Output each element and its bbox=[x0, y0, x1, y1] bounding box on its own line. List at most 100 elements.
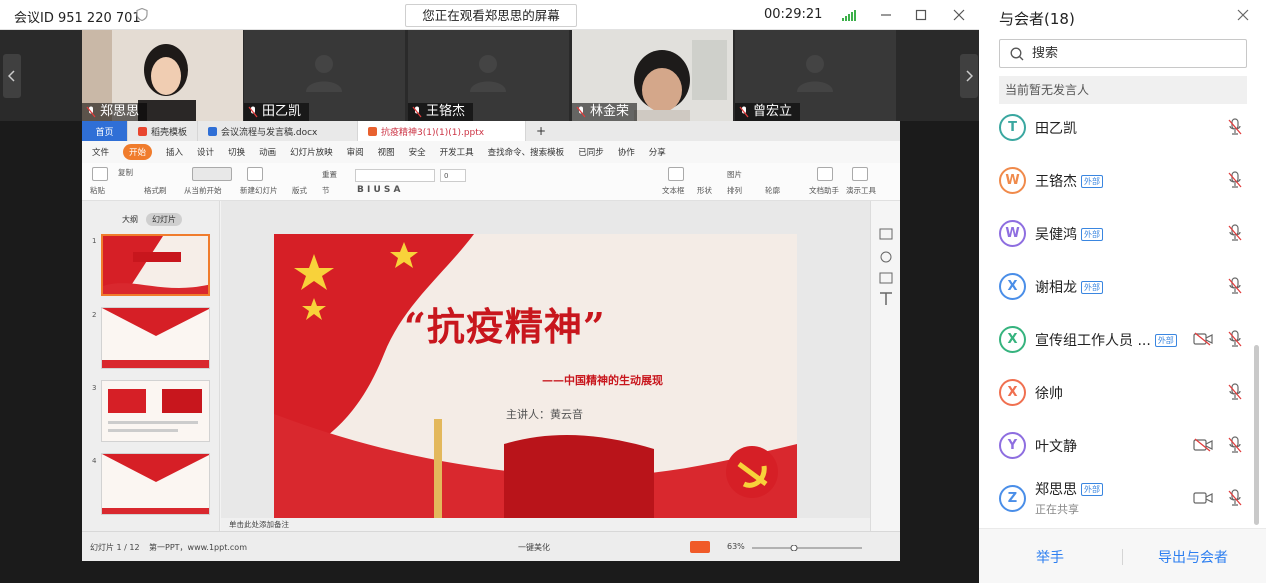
notes-bar[interactable]: 单击此处添加备注 bbox=[221, 518, 870, 531]
textbox-icon[interactable] bbox=[668, 167, 684, 181]
ribbon-outline[interactable]: 轮廓 bbox=[765, 185, 780, 196]
meeting-id[interactable]: 会议ID 951 220 701 bbox=[14, 7, 141, 26]
menu-design[interactable]: 设计 bbox=[197, 146, 214, 158]
raise-hand-button[interactable]: 举手 bbox=[1036, 547, 1064, 567]
ribbon-textbox[interactable]: 文本框 bbox=[662, 185, 685, 196]
video-tile[interactable]: 郑思思 bbox=[82, 30, 243, 121]
mic-muted-icon[interactable] bbox=[1227, 383, 1243, 401]
menu-review[interactable]: 审阅 bbox=[347, 146, 364, 158]
minimize-button[interactable] bbox=[875, 4, 897, 26]
presentation-tools-icon[interactable] bbox=[852, 167, 868, 181]
ribbon-copy[interactable]: 复制 bbox=[118, 167, 133, 178]
mic-muted-icon[interactable] bbox=[1227, 489, 1243, 507]
panel-close-button[interactable] bbox=[1237, 6, 1249, 25]
ribbon-picture[interactable]: 图片 bbox=[727, 169, 742, 180]
shield-icon[interactable] bbox=[136, 8, 148, 21]
maximize-button[interactable] bbox=[910, 4, 932, 26]
slide-thumbnail[interactable] bbox=[101, 307, 210, 369]
slide-subtitle[interactable]: ——中国精神的生动展现 bbox=[542, 372, 663, 388]
menu-search-command[interactable]: 查找命令、搜索模板 bbox=[488, 146, 565, 158]
zoom-slider[interactable] bbox=[752, 545, 862, 551]
menu-security[interactable]: 安全 bbox=[409, 146, 426, 158]
wps-new-tab-button[interactable]: + bbox=[526, 121, 556, 141]
menu-collaborate[interactable]: 协作 bbox=[618, 146, 635, 158]
camera-off-icon[interactable] bbox=[1193, 332, 1213, 346]
ribbon-new-slide[interactable]: 新建幻灯片 bbox=[240, 185, 278, 196]
format-bold-italic-underline[interactable]: B I U S A bbox=[357, 185, 401, 195]
menu-animation[interactable]: 动画 bbox=[259, 146, 276, 158]
ribbon-doc-assistant[interactable]: 文档助手 bbox=[809, 185, 839, 196]
participant-row[interactable]: X 谢相龙 外部 bbox=[979, 263, 1255, 316]
ribbon-from-current[interactable]: 从当前开始 bbox=[184, 185, 222, 196]
slide-canvas[interactable]: “抗疫精神” ——中国精神的生动展现 主讲人：黄云音 bbox=[221, 201, 870, 531]
tab-outline[interactable]: 大纲 bbox=[122, 214, 138, 225]
font-name-select[interactable] bbox=[355, 169, 435, 182]
paste-icon[interactable] bbox=[92, 167, 108, 181]
video-tile[interactable]: 田乙凯 bbox=[244, 30, 405, 121]
ribbon-shape[interactable]: 形状 bbox=[697, 185, 712, 196]
menu-share[interactable]: 分享 bbox=[649, 146, 666, 158]
slide-title[interactable]: “抗疫精神” bbox=[404, 296, 606, 351]
menu-synced[interactable]: 已同步 bbox=[578, 146, 604, 158]
mic-muted-icon[interactable] bbox=[1227, 277, 1243, 295]
menu-transition[interactable]: 切换 bbox=[228, 146, 245, 158]
video-tile[interactable]: 王铬杰 bbox=[408, 30, 569, 121]
menu-start[interactable]: 开始 bbox=[123, 144, 153, 160]
menu-view[interactable]: 视图 bbox=[378, 146, 395, 158]
menu-slideshow[interactable]: 幻灯片放映 bbox=[290, 146, 333, 158]
strip-next-button[interactable] bbox=[960, 54, 978, 98]
slide-presenter[interactable]: 主讲人：黄云音 bbox=[506, 406, 583, 422]
font-size-select[interactable]: 0 bbox=[440, 169, 466, 182]
camera-icon[interactable] bbox=[1193, 491, 1213, 505]
participant-row[interactable]: W 王铬杰 外部 bbox=[979, 157, 1255, 210]
play-slideshow-button[interactable] bbox=[690, 541, 710, 553]
export-participants-button[interactable]: 导出与会者 bbox=[1158, 547, 1228, 567]
ribbon-presentation-tools[interactable]: 演示工具 bbox=[846, 185, 876, 196]
menu-devtools[interactable]: 开发工具 bbox=[440, 146, 474, 158]
ribbon-paste[interactable]: 粘贴 bbox=[90, 185, 105, 196]
participant-list-scrollbar[interactable] bbox=[1254, 345, 1259, 525]
shared-screen[interactable]: 首页 稻壳模板 会议流程与发言稿.docx 抗疫精神3(1)(1)(1).ppt… bbox=[82, 121, 900, 561]
share-status-banner[interactable]: 您正在观看郑思思的屏幕 bbox=[405, 4, 577, 27]
from-current-icon[interactable] bbox=[192, 167, 232, 181]
ribbon-section[interactable]: 节 bbox=[322, 185, 330, 196]
slide-thumbnail[interactable] bbox=[101, 234, 210, 296]
participant-row[interactable]: T 田乙凯 bbox=[979, 104, 1255, 157]
participant-row[interactable]: Z 郑思思 外部 正在共享 bbox=[979, 475, 1255, 528]
close-button[interactable] bbox=[948, 4, 970, 26]
wps-tab-home[interactable]: 首页 bbox=[82, 121, 128, 141]
new-slide-icon[interactable] bbox=[247, 167, 263, 181]
wps-tab-docer[interactable]: 稻壳模板 bbox=[128, 121, 199, 141]
video-tile[interactable]: 林金荣 bbox=[572, 30, 733, 121]
mic-muted-icon[interactable] bbox=[1227, 171, 1243, 189]
doc-assistant-icon[interactable] bbox=[817, 167, 833, 181]
participant-row[interactable]: Y 叶文静 bbox=[979, 422, 1255, 475]
ribbon-arrange[interactable]: 排列 bbox=[727, 185, 742, 196]
current-slide[interactable]: “抗疫精神” ——中国精神的生动展现 主讲人：黄云音 bbox=[274, 234, 797, 519]
ribbon-layout[interactable]: 版式 bbox=[292, 185, 307, 196]
status-zoom[interactable]: 63% bbox=[727, 542, 745, 551]
video-tile[interactable]: 曾宏立 bbox=[735, 30, 896, 121]
participant-row[interactable]: W 吴健鸿 外部 bbox=[979, 210, 1255, 263]
side-tool-icons[interactable] bbox=[871, 201, 900, 321]
search-box[interactable] bbox=[999, 39, 1247, 68]
participant-row[interactable]: X 徐帅 bbox=[979, 369, 1255, 422]
mic-muted-icon[interactable] bbox=[1227, 118, 1243, 136]
mic-muted-icon[interactable] bbox=[1227, 330, 1243, 348]
menu-insert[interactable]: 插入 bbox=[166, 146, 183, 158]
participant-row[interactable]: X 宣传组工作人员 ... 外部 bbox=[979, 316, 1255, 369]
tab-slides[interactable]: 幻灯片 bbox=[146, 213, 182, 226]
menu-file[interactable]: 文件 bbox=[92, 146, 109, 158]
status-beautify[interactable]: 一键美化 bbox=[518, 542, 550, 553]
mic-muted-icon[interactable] bbox=[1227, 436, 1243, 454]
mic-muted-icon[interactable] bbox=[1227, 224, 1243, 242]
strip-prev-button[interactable] bbox=[3, 54, 21, 98]
camera-off-icon[interactable] bbox=[1193, 438, 1213, 452]
ribbon-format-painter[interactable]: 格式刷 bbox=[144, 185, 167, 196]
slide-thumbnail[interactable] bbox=[101, 453, 210, 515]
ribbon-reset[interactable]: 重置 bbox=[322, 169, 337, 180]
slide-thumbnail[interactable] bbox=[101, 380, 210, 442]
search-input[interactable] bbox=[1032, 46, 1232, 61]
wps-tab-pptx[interactable]: 抗疫精神3(1)(1)(1).pptx bbox=[358, 121, 527, 141]
wps-tab-docx[interactable]: 会议流程与发言稿.docx bbox=[198, 121, 359, 141]
